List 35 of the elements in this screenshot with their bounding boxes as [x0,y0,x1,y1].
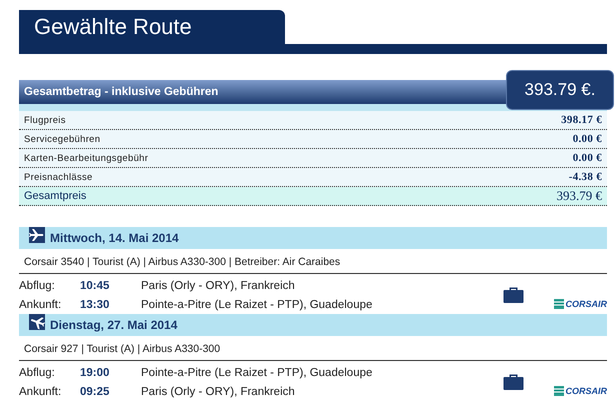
flight-date: Dienstag, 27. Mai 2014 [50,318,178,332]
price-amount: 393.79 € [556,188,602,204]
price-amount: 0.00 € [572,152,602,164]
airline-logo: CORSAIR [554,299,607,309]
airline-logo: CORSAIR [554,386,607,396]
suitcase-icon [503,286,524,304]
leg-time: 13:30 [80,298,110,310]
price-amount: 398.17 € [561,114,602,126]
price-label: Gesamtpreis [24,190,86,202]
price-label: Flugpreis [24,114,66,126]
price-amount: -4.38 € [568,171,602,183]
leg-label: Ankunft: [19,298,62,310]
leg-place: Paris (Orly - ORY), Frankreich [141,280,295,292]
price-label: Karten-Bearbeitungsgebühr [24,152,148,164]
leg-label: Ankunft: [19,386,62,398]
airplane-icon [29,314,45,330]
leg-time: 19:00 [80,366,110,378]
price-label: Preisnachlässe [24,172,93,182]
leg-label: Abflug: [19,366,56,378]
flight-info: Corsair 3540 | Tourist (A) | Airbus A330-300 | Betreiber: Air Caraibes [19,249,607,274]
airplane-icon [29,227,45,243]
total-price-badge: 393.79 €. [506,70,614,110]
page-title: Gewählte Route [34,14,192,40]
price-amount: 0.00 € [572,133,602,145]
leg-time: 10:45 [80,280,110,292]
leg-place: Pointe-a-Pitre (Le Raizet - PTP), Guadeloupe [141,366,372,378]
flight-info: Corsair 927 | Tourist (A) | Airbus A330-300 [19,336,607,361]
price-label: Servicegebühren [24,134,100,144]
summary-title: Gesamtbetrag - inklusive Gebühren [24,86,218,98]
flight-date: Mittwoch, 14. Mai 2014 [50,231,179,245]
leg-label: Abflug: [19,280,56,292]
suitcase-icon [503,373,524,391]
leg-time: 09:25 [80,386,110,398]
leg-place: Paris (Orly - ORY), Frankreich [141,386,295,398]
leg-place: Pointe-a-Pitre (Le Raizet - PTP), Guadeloupe [141,298,372,310]
